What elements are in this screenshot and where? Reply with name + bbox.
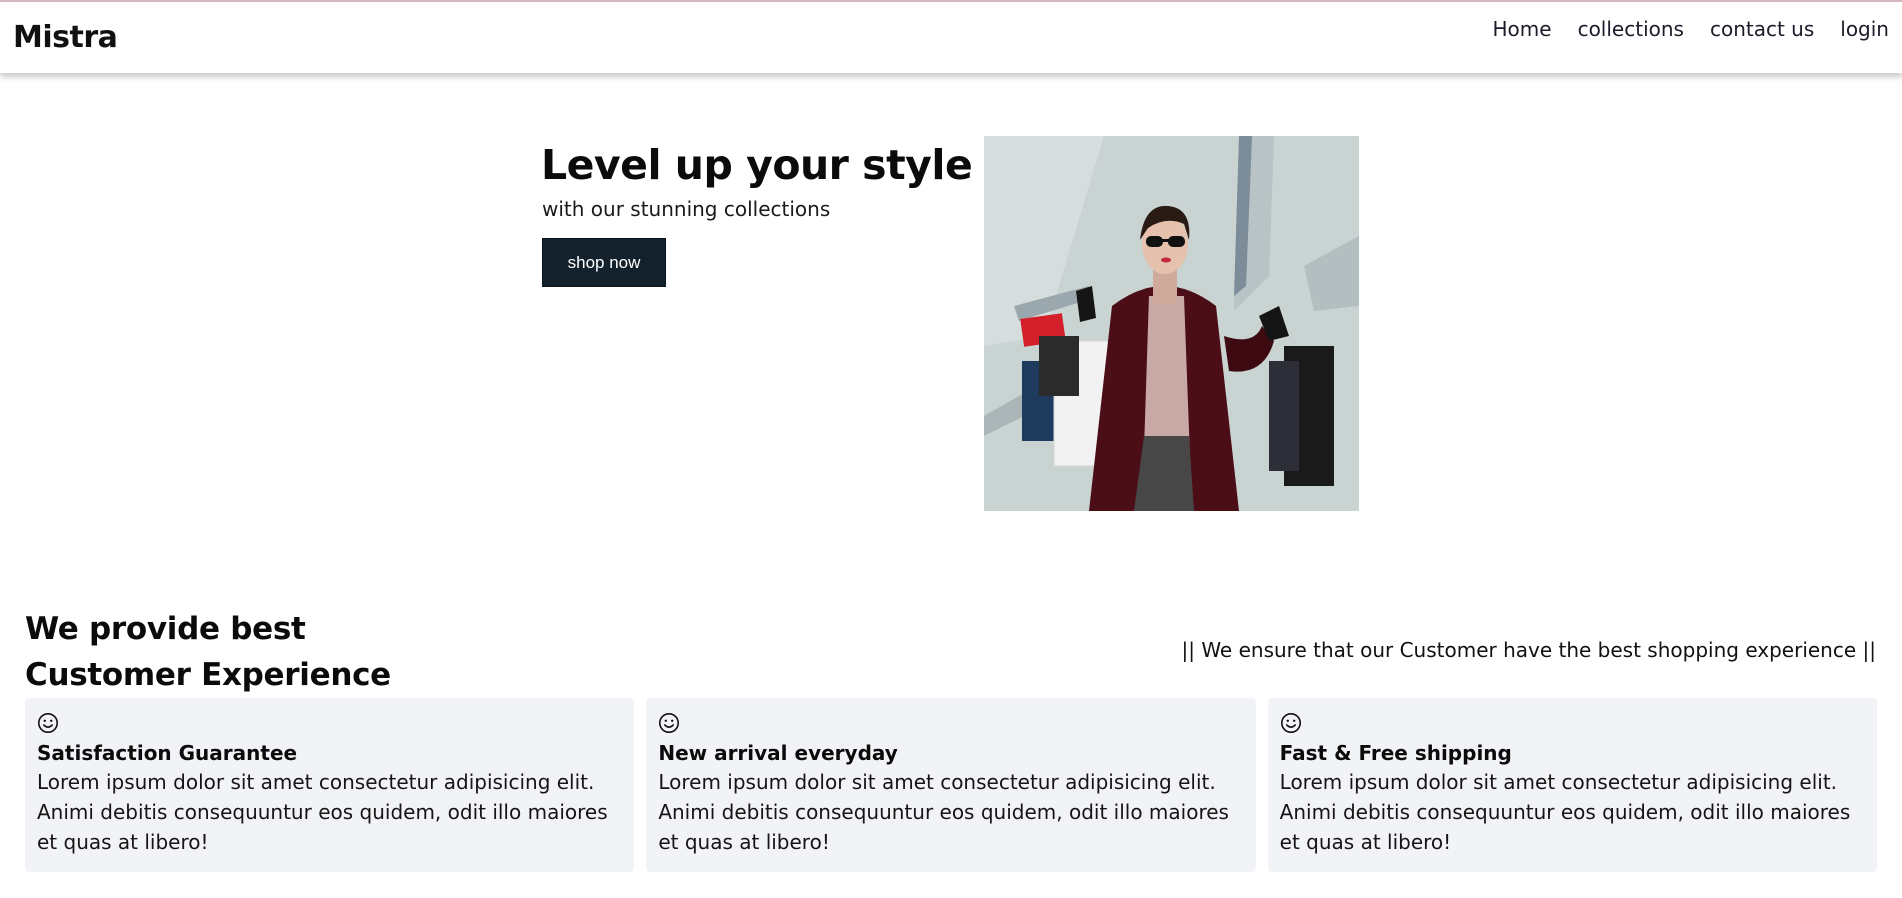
nav-link-home[interactable]: Home bbox=[1493, 17, 1552, 41]
card-text: Lorem ipsum dolor sit amet consectetur a… bbox=[37, 770, 608, 854]
nav-link-collections[interactable]: collections bbox=[1578, 17, 1684, 41]
brand-logo[interactable]: Mistra bbox=[13, 20, 118, 55]
section-tagline: || We ensure that our Customer have the … bbox=[1181, 638, 1876, 662]
feature-card-satisfaction: Satisfaction Guarantee Lorem ipsum dolor… bbox=[25, 698, 635, 872]
card-text: Lorem ipsum dolor sit amet consectetur a… bbox=[1279, 770, 1851, 854]
card-title: New arrival everyday bbox=[658, 741, 898, 765]
section-title-line2: Customer Experience bbox=[25, 657, 391, 693]
nav-link-login[interactable]: login bbox=[1840, 17, 1889, 41]
card-text: Lorem ipsum dolor sit amet consectetur a… bbox=[658, 770, 1229, 854]
feature-card-new-arrival: New arrival everyday Lorem ipsum dolor s… bbox=[646, 698, 1256, 872]
hero-subtitle: with our stunning collections bbox=[542, 197, 831, 221]
section-title: We provide best Customer Experience bbox=[25, 606, 391, 698]
smiley-icon bbox=[1280, 713, 1301, 733]
smiley-icon bbox=[38, 713, 58, 733]
smiley-icon bbox=[659, 713, 680, 733]
hero-title: Level up your style bbox=[541, 141, 973, 189]
feature-card-shipping: Fast & Free shipping Lorem ipsum dolor s… bbox=[1267, 698, 1877, 872]
hero-image bbox=[984, 136, 1359, 511]
shop-now-button[interactable]: shop now bbox=[542, 238, 666, 287]
nav-links: Home collections contact us login bbox=[1493, 17, 1889, 41]
shopping-woman-illustration bbox=[984, 136, 1359, 511]
card-title: Fast & Free shipping bbox=[1279, 741, 1512, 765]
nav-link-contact[interactable]: contact us bbox=[1710, 17, 1814, 41]
navbar: Mistra Home collections contact us login bbox=[0, 2, 1902, 73]
section-title-line1: We provide best bbox=[25, 611, 306, 647]
card-title: Satisfaction Guarantee bbox=[37, 741, 298, 765]
feature-cards: Satisfaction Guarantee Lorem ipsum dolor… bbox=[25, 698, 1877, 872]
